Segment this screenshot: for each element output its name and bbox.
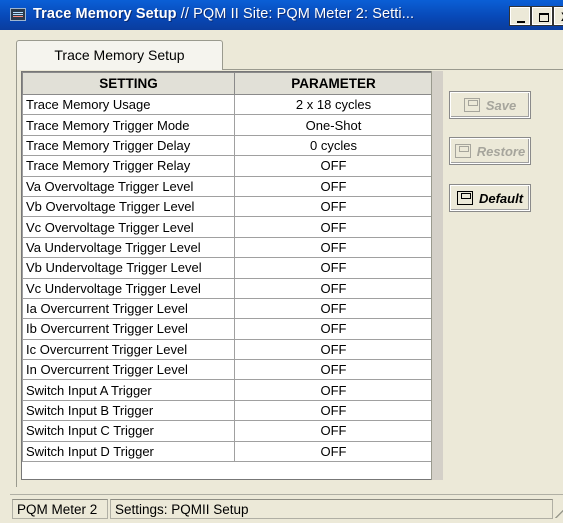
parameter-cell[interactable]: OFF: [234, 420, 433, 442]
status-bar: PQM Meter 2 Settings: PQMII Setup: [10, 494, 563, 521]
table-row[interactable]: Switch Input C Trigger OFF: [22, 420, 433, 442]
window-title-rest: // PQM II Site: PQM Meter 2: Setti...: [176, 6, 415, 22]
parameter-cell[interactable]: OFF: [234, 257, 433, 279]
parameter-cell[interactable]: OFF: [234, 236, 433, 259]
parameter-cell[interactable]: OFF: [234, 175, 433, 197]
setting-cell: In Overcurrent Trigger Level: [22, 359, 235, 381]
table-row[interactable]: Trace Memory Trigger Relay OFF: [22, 155, 433, 177]
table-row[interactable]: Va Undervoltage Trigger Level OFF: [22, 236, 433, 259]
table-row[interactable]: Ib Overcurrent Trigger Level OFF: [22, 318, 433, 340]
parameter-cell[interactable]: OFF: [234, 297, 433, 320]
table-row[interactable]: In Overcurrent Trigger Level OFF: [22, 359, 433, 381]
table-row[interactable]: Switch Input B Trigger OFF: [22, 399, 433, 422]
parameter-cell[interactable]: OFF: [234, 318, 433, 340]
table-row[interactable]: Trace Memory Trigger Delay 0 cycles: [22, 134, 433, 157]
table-row[interactable]: Switch Input D Trigger OFF: [22, 440, 433, 463]
table-row[interactable]: Ia Overcurrent Trigger Level OFF: [22, 297, 433, 320]
parameter-cell[interactable]: OFF: [234, 216, 433, 238]
table-header-row: SETTING PARAMETER: [22, 72, 433, 95]
table-row[interactable]: Vc Overvoltage Trigger Level OFF: [22, 216, 433, 238]
settings-grid: SETTING PARAMETER Trace Memory Usage 2 x …: [21, 71, 443, 480]
parameter-cell[interactable]: 2 x 18 cycles: [234, 93, 433, 116]
parameter-cell[interactable]: 0 cycles: [234, 134, 433, 157]
column-header-setting: SETTING: [22, 72, 235, 95]
parameter-cell[interactable]: OFF: [234, 379, 433, 401]
parameter-cell[interactable]: OFF: [234, 195, 433, 218]
setting-cell: Switch Input D Trigger: [22, 440, 235, 463]
parameter-cell[interactable]: OFF: [234, 359, 433, 381]
title-bar[interactable]: Trace Memory Setup // PQM II Site: PQM M…: [0, 0, 563, 30]
setting-cell: Switch Input A Trigger: [22, 379, 235, 401]
table-row[interactable]: Switch Input A Trigger OFF: [22, 379, 433, 401]
parameter-cell[interactable]: OFF: [234, 277, 433, 299]
setting-cell: Switch Input C Trigger: [22, 420, 235, 442]
setting-cell: Trace Memory Trigger Relay: [22, 155, 235, 177]
setting-cell: Vc Overvoltage Trigger Level: [22, 216, 235, 238]
table-row[interactable]: Vb Overvoltage Trigger Level OFF: [22, 195, 433, 218]
restore-button-label: Restore: [476, 143, 526, 159]
table-row[interactable]: Trace Memory Trigger Mode One-Shot: [22, 114, 433, 136]
parameter-cell[interactable]: OFF: [234, 399, 433, 422]
setting-cell: Ib Overcurrent Trigger Level: [22, 318, 235, 340]
default-button[interactable]: Default: [449, 184, 531, 212]
close-button[interactable]: X: [553, 6, 563, 26]
parameter-cell[interactable]: One-Shot: [234, 114, 433, 136]
restore-icon: [454, 144, 471, 158]
window-title: Trace Memory Setup // PQM II Site: PQM M…: [33, 6, 414, 22]
table-row[interactable]: Trace Memory Usage 2 x 18 cycles: [22, 93, 433, 116]
default-button-label: Default: [478, 190, 524, 206]
setting-cell: Vb Undervoltage Trigger Level: [22, 257, 235, 279]
setting-cell: Vb Overvoltage Trigger Level: [22, 195, 235, 218]
table-row[interactable]: Va Overvoltage Trigger Level OFF: [22, 175, 433, 197]
save-icon: [463, 98, 480, 112]
settings-table: SETTING PARAMETER Trace Memory Usage 2 x …: [22, 72, 433, 463]
window-title-bold: Trace Memory Setup: [33, 6, 177, 22]
status-settings: Settings: PQMII Setup: [110, 499, 553, 519]
resize-grip-icon[interactable]: [554, 509, 563, 518]
column-header-parameter: PARAMETER: [234, 72, 433, 95]
parameter-cell[interactable]: OFF: [234, 338, 433, 361]
table-body: Trace Memory Usage 2 x 18 cycles Trace Mem…: [22, 93, 433, 463]
minimize-button[interactable]: [509, 6, 531, 26]
setting-cell: Ic Overcurrent Trigger Level: [22, 338, 235, 361]
default-icon: [456, 191, 473, 205]
parameter-cell[interactable]: OFF: [234, 155, 433, 177]
setting-cell: Vc Undervoltage Trigger Level: [22, 277, 235, 299]
save-button[interactable]: Save: [449, 91, 531, 119]
grid-side-strip: [431, 71, 443, 480]
restore-button[interactable]: Restore: [449, 137, 531, 165]
table-row[interactable]: Ic Overcurrent Trigger Level OFF: [22, 338, 433, 361]
tab-trace-memory-setup[interactable]: Trace Memory Setup: [16, 40, 223, 70]
table-row[interactable]: Vb Undervoltage Trigger Level OFF: [22, 257, 433, 279]
setting-cell: Ia Overcurrent Trigger Level: [22, 297, 235, 320]
status-site: PQM Meter 2: [12, 499, 108, 519]
minimize-icon: [517, 20, 525, 23]
setting-cell: Switch Input B Trigger: [22, 399, 235, 422]
setting-cell: Va Undervoltage Trigger Level: [22, 236, 235, 259]
app-icon[interactable]: [10, 8, 26, 21]
setting-cell: Trace Memory Trigger Mode: [22, 114, 235, 136]
parameter-cell[interactable]: OFF: [234, 440, 433, 463]
maximize-icon: [539, 13, 549, 22]
maximize-button[interactable]: [531, 6, 553, 26]
table-row[interactable]: Vc Undervoltage Trigger Level OFF: [22, 277, 433, 299]
setting-cell: Trace Memory Trigger Delay: [22, 134, 235, 157]
save-button-label: Save: [485, 97, 517, 113]
setting-cell: Va Overvoltage Trigger Level: [22, 175, 235, 197]
setting-cell: Trace Memory Usage: [22, 93, 235, 116]
